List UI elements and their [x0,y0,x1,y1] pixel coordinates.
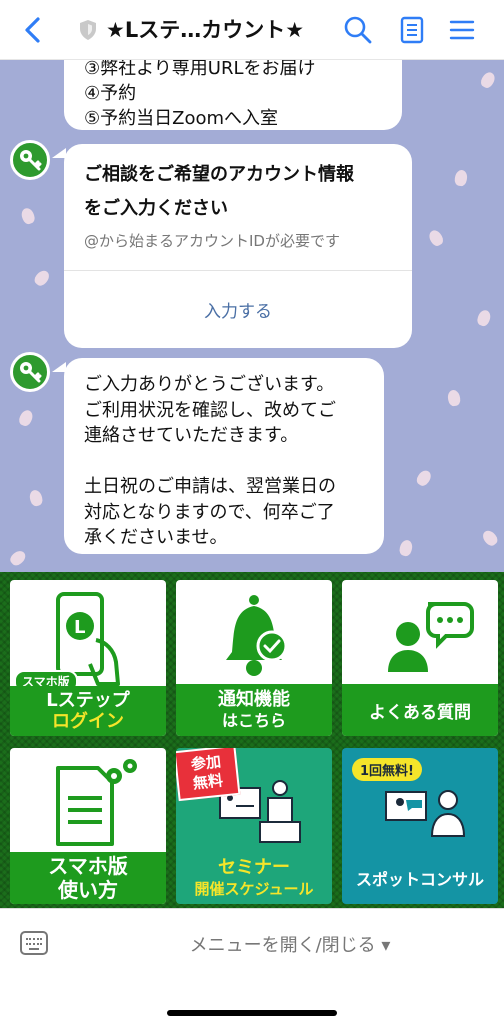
rich-menu: L スマホ版 Lステップ ログイン 通知機能 はこちら よくある質問 スマホ版 … [0,572,504,908]
tile-label-line1: スポットコンサル [355,870,484,889]
input-button[interactable]: 入力する [64,271,412,348]
message-bubble: ご入力ありがとうございます。 ご利用状況を確認し、改めてご 連絡させていただきま… [64,358,384,554]
petal-decoration [28,488,44,508]
bell-check-icon [226,595,288,676]
tile-label-line1: 通知機能 [218,689,290,710]
petal-decoration [19,206,37,226]
chat-area[interactable]: ③弊社より専用URLをお届け ④予約 ⑤予約当日Zoomへ入室 ご相談をご希望の… [0,60,504,572]
consult-monitor-icon [385,790,466,837]
petal-decoration [453,169,469,187]
petal-decoration [446,389,462,407]
free-badge: 参加 無料 [176,748,241,802]
tile-label-line1: スマホ版 [48,854,128,878]
petal-decoration [32,268,52,288]
message-text: ③弊社より専用URLをお届け ④予約 ⑤予約当日Zoomへ入室 [84,60,316,129]
petal-decoration [414,468,434,488]
petal-decoration [480,528,500,548]
tile-spot-consult[interactable]: 1回無料! スポットコンサル [342,748,498,904]
tile-label-line1: セミナー [218,857,290,878]
petal-decoration [475,308,493,328]
tile-seminar[interactable]: 参加 無料 セミナー 開催スケジュール [176,748,332,904]
footer-bar: メニューを開く/閉じる ▾ [0,908,504,1024]
petal-decoration [17,408,35,428]
notes-icon[interactable] [396,14,428,46]
key-icon [20,150,42,171]
chat-title: ★Lステ…カウント★ [106,18,305,42]
tile-label-line1: よくある質問 [369,702,471,723]
petal-decoration [426,228,446,248]
tile-label-line2: 開催スケジュール [194,880,314,898]
hamburger-menu-icon[interactable] [446,14,478,46]
shield-icon [80,20,96,40]
key-icon [20,362,42,383]
tile-lstep-login[interactable]: L スマホ版 Lステップ ログイン [10,580,166,736]
tile-label-line2: ログイン [52,711,124,732]
message-text: ご入力ありがとうございます。 ご利用状況を確認し、改めてご 連絡させていただきま… [84,374,336,548]
tile-label-line2: 使い方 [58,878,118,902]
tile-label-line2: はこちら [221,711,286,730]
petal-decoration [478,70,498,90]
petal-decoration [8,548,28,568]
tile-faq[interactable]: よくある質問 [342,580,498,736]
tile-how-to-use[interactable]: スマホ版 使い方 [10,748,166,904]
bot-avatar [10,352,50,392]
back-chevron-icon[interactable] [18,14,50,46]
search-icon[interactable] [342,14,374,46]
petal-decoration [398,538,414,558]
keyboard-icon[interactable] [20,931,48,955]
input-request-card: ご相談をご希望のアカウント情報 をご入力ください @から始まるアカウントIDが必… [64,144,412,348]
chat-header: ★Lステ…カウント★ [0,0,504,60]
message-bubble: ③弊社より専用URLをお届け ④予約 ⑤予約当日Zoomへ入室 [64,60,402,130]
bot-avatar [10,140,50,180]
svg-text:L: L [74,617,85,638]
card-title: ご相談をご希望のアカウント情報 をご入力ください [84,164,354,219]
home-indicator [167,1010,337,1016]
tile-label-line1: Lステップ [46,690,130,711]
document-gear-icon [56,759,137,846]
person-chat-icon [388,602,474,672]
card-subtitle: @から始まるアカウントIDが必要です [84,232,340,250]
tile-notification[interactable]: 通知機能 はこちら [176,580,332,736]
menu-toggle-button[interactable]: メニューを開く/閉じる ▾ [140,931,440,957]
